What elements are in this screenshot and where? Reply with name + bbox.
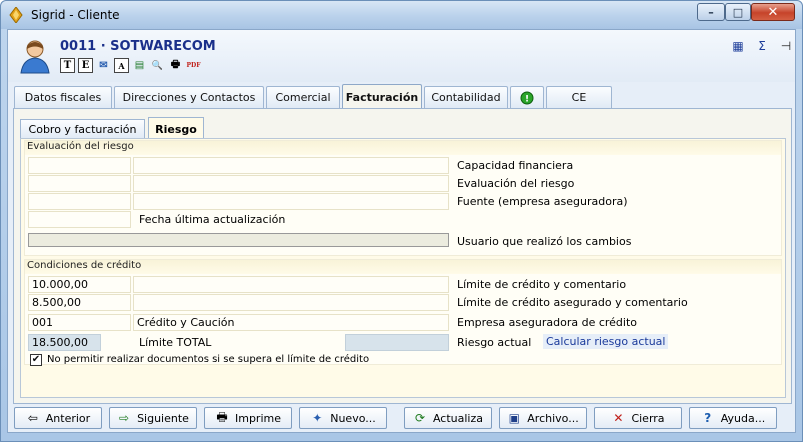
tab-comercial[interactable]: Comercial xyxy=(266,86,340,108)
grid-icon[interactable]: ▦ xyxy=(730,39,746,53)
close-window-button[interactable]: ✕ xyxy=(751,3,795,21)
tab-datos-fiscales[interactable]: Datos fiscales xyxy=(14,86,112,108)
print-icon[interactable]: 🖶 xyxy=(168,58,183,73)
actualiza-button[interactable]: ⟳ Actualiza xyxy=(404,407,492,429)
imprime-label: Imprime xyxy=(234,411,281,425)
anterior-button[interactable]: ⇦ Anterior xyxy=(14,407,102,429)
client-header: 0011 · SOTWARECOM T E ✉ A ▤ 🔍 🖶 PDF ▦ Σ … xyxy=(8,30,795,82)
address-card-icon[interactable]: A xyxy=(114,58,129,73)
status-ok-icon: ! xyxy=(520,91,534,104)
sum-icon[interactable]: Σ xyxy=(754,39,770,53)
window-title: Sigrid - Cliente xyxy=(31,8,120,22)
evaluacion-input[interactable] xyxy=(133,175,449,192)
client-avatar-icon xyxy=(20,40,50,74)
printer-icon: 🖶 xyxy=(216,409,228,424)
text-e-icon[interactable]: E xyxy=(78,58,93,73)
tab-direcciones-contactos[interactable]: Direcciones y Contactos xyxy=(114,86,264,108)
client-area: 0011 · SOTWARECOM T E ✉ A ▤ 🔍 🖶 PDF ▦ Σ … xyxy=(7,29,796,433)
asegurado-input[interactable]: 8.500,00 xyxy=(28,294,131,311)
facturacion-panel: Cobro y facturación Riesgo Evaluación de… xyxy=(13,108,792,404)
new-icon: ✦ xyxy=(312,411,323,425)
minimize-icon: – xyxy=(708,5,714,19)
total-label: Límite TOTAL xyxy=(139,336,212,349)
arrow-left-icon: ⇦ xyxy=(27,411,38,425)
imprime-button[interactable]: 🖶 Imprime xyxy=(204,407,292,429)
empresa-name-input[interactable]: Crédito y Caución xyxy=(133,314,449,331)
subtab-cobro-facturacion[interactable]: Cobro y facturación xyxy=(20,119,145,139)
fecha-label: Fecha última actualización xyxy=(139,213,286,226)
fuente-input[interactable] xyxy=(133,193,449,210)
riesgo-panel: Evaluación del riesgo Capacidad financie… xyxy=(20,138,786,398)
close-icon: ✕ xyxy=(767,4,779,20)
svg-text:!: ! xyxy=(525,94,529,104)
capacidad-label: Capacidad financiera xyxy=(457,159,574,172)
title-bar[interactable]: Sigrid - Cliente – □ ✕ xyxy=(1,1,802,29)
asegurado-comentario-input[interactable] xyxy=(133,294,449,311)
refresh-icon: ⟳ xyxy=(414,411,425,425)
fecha-input[interactable] xyxy=(28,211,131,228)
fuente-label: Fuente (empresa aseguradora) xyxy=(457,195,628,208)
asegurado-label: Límite de crédito asegurado y comentario xyxy=(457,296,688,309)
arrow-right-icon: ⇨ xyxy=(119,411,130,425)
evaluacion-code-input[interactable] xyxy=(28,175,131,192)
evaluacion-title: Evaluación del riesgo xyxy=(25,141,781,155)
siguiente-button[interactable]: ⇨ Siguiente xyxy=(109,407,197,429)
nuevo-label: Nuevo... xyxy=(330,411,376,425)
header-right-icons: ▦ Σ ⊣ xyxy=(730,39,794,53)
actualiza-label: Actualiza xyxy=(432,411,484,425)
total-field: 18.500,00 xyxy=(28,334,101,351)
preview-icon[interactable]: 🔍 xyxy=(150,58,165,73)
pdf-icon[interactable]: PDF xyxy=(186,58,201,73)
help-icon: ? xyxy=(704,411,712,425)
usuario-label: Usuario que realizó los cambios xyxy=(457,235,632,248)
fuente-code-input[interactable] xyxy=(28,193,131,210)
tab-contabilidad[interactable]: Contabilidad xyxy=(424,86,508,108)
maximize-button[interactable]: □ xyxy=(725,3,751,21)
archivo-button[interactable]: ▣ Archivo... xyxy=(499,407,587,429)
capacidad-code-input[interactable] xyxy=(28,157,131,174)
header-toolbar: T E ✉ A ▤ 🔍 🖶 PDF xyxy=(60,58,201,73)
limite-comentario-input[interactable] xyxy=(133,276,449,293)
nuevo-button[interactable]: ✦ Nuevo... xyxy=(299,407,387,429)
empresa-code-input[interactable]: 001 xyxy=(28,314,131,331)
ayuda-button[interactable]: ? Ayuda... xyxy=(689,407,777,429)
evaluacion-label: Evaluación del riesgo xyxy=(457,177,575,190)
riesgo-actual-label: Riesgo actual xyxy=(457,336,532,349)
credito-title: Condiciones de crédito xyxy=(25,260,781,274)
tab-status[interactable]: ! xyxy=(510,86,544,108)
ayuda-label: Ayuda... xyxy=(720,411,766,425)
limite-input[interactable]: 10.000,00 xyxy=(28,276,131,293)
limite-label: Límite de crédito y comentario xyxy=(457,278,627,291)
pin-icon[interactable]: ⊣ xyxy=(778,39,794,53)
siguiente-label: Siguiente xyxy=(137,411,189,425)
cierra-label: Cierra xyxy=(631,411,665,425)
evaluacion-group: Evaluación del riesgo Capacidad financie… xyxy=(24,140,782,256)
app-logo-icon xyxy=(9,7,23,23)
cierra-button[interactable]: ✕ Cierra xyxy=(594,407,682,429)
anterior-label: Anterior xyxy=(45,411,91,425)
calcular-riesgo-link[interactable]: Calcular riesgo actual xyxy=(543,334,669,349)
usuario-field xyxy=(28,233,449,247)
tab-facturacion[interactable]: Facturación xyxy=(342,84,422,109)
client-title: 0011 · SOTWARECOM xyxy=(60,39,216,54)
save-icon: ▣ xyxy=(508,411,520,425)
empresa-label: Empresa aseguradora de crédito xyxy=(457,316,638,329)
email-icon[interactable]: ✉ xyxy=(96,58,111,73)
limite-checkbox-label: No permitir realizar documentos si se su… xyxy=(47,354,370,365)
capacidad-input[interactable] xyxy=(133,157,449,174)
credito-group: Condiciones de crédito 10.000,00 Límite … xyxy=(24,259,782,366)
subtab-riesgo[interactable]: Riesgo xyxy=(148,117,204,140)
app-window: Sigrid - Cliente – □ ✕ 0011 · SOTWARECOM… xyxy=(0,0,803,442)
limite-checkbox[interactable]: ✔ xyxy=(30,354,42,366)
bottom-button-bar: ⇦ Anterior ⇨ Siguiente 🖶 Imprime ✦ Nuevo... … xyxy=(14,407,795,431)
minimize-button[interactable]: – xyxy=(697,3,725,21)
riesgo-actual-field xyxy=(345,334,449,351)
close-x-icon: ✕ xyxy=(613,411,624,425)
text-t-icon[interactable]: T xyxy=(60,58,75,73)
archivo-label: Archivo... xyxy=(527,411,579,425)
spreadsheet-icon[interactable]: ▤ xyxy=(132,58,147,73)
tab-ce[interactable]: CE xyxy=(546,86,612,108)
maximize-icon: □ xyxy=(732,5,744,19)
